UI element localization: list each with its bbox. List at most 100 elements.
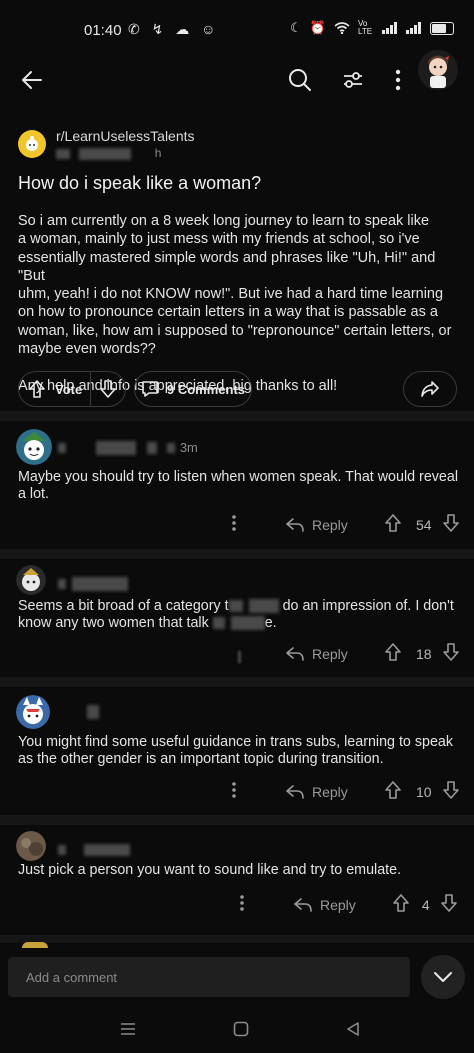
separator (0, 935, 474, 943)
redacted-username (58, 442, 66, 453)
chevron-down-icon (434, 972, 452, 982)
separator (0, 815, 474, 825)
redacted-username (58, 844, 66, 855)
separator (0, 677, 474, 687)
signal-icon-2 (406, 22, 421, 34)
reply-button[interactable]: Reply (286, 646, 348, 662)
post-meta: h (56, 146, 195, 160)
reply-button[interactable]: Reply (286, 784, 348, 800)
redacted-mark (238, 651, 241, 663)
redacted-text (248, 599, 279, 614)
separator (0, 411, 474, 421)
redacted-username (84, 843, 131, 856)
comment-meta: 3m (58, 439, 198, 457)
user-avatar[interactable] (418, 50, 458, 90)
reply-button[interactable]: Reply (286, 517, 348, 533)
status-bar: 01:40 ✆ ↯ ☁ ☺ ☾ ⏰ Vo LTE (0, 0, 474, 58)
comment-score: 4 (421, 896, 430, 913)
comment-meta (58, 841, 131, 859)
comment-text-part: do an impression of. I don't (282, 598, 454, 614)
wifi-icon (334, 22, 350, 34)
volte-label: Vo LTE (358, 19, 373, 36)
moon-icon: ☾ (290, 20, 302, 35)
status-time: 01:40 (84, 22, 122, 39)
top-nav (0, 58, 474, 106)
comment-age: 3m (179, 440, 198, 455)
subreddit-name[interactable]: r/LearnUselessTalents (56, 128, 195, 144)
subreddit-icon[interactable] (18, 130, 46, 158)
comment-text: Seems a bit broad of a category t do an i… (18, 598, 458, 632)
redacted-username (56, 148, 70, 159)
upvote-icon[interactable] (384, 780, 402, 803)
redacted-text (212, 617, 225, 630)
sort-filter-icon[interactable] (337, 64, 369, 96)
comment-text: Just pick a person you want to sound lik… (18, 862, 402, 878)
separator (0, 549, 474, 559)
redacted-text (228, 600, 243, 613)
redacted-username (79, 147, 132, 160)
downvote-icon[interactable] (442, 642, 460, 665)
comment-4: Just pick a person you want to sound lik… (0, 825, 474, 935)
search-icon[interactable] (284, 64, 316, 96)
redacted-text (230, 616, 265, 631)
upvote-icon[interactable] (384, 642, 402, 665)
recent-apps-icon[interactable] (120, 1022, 136, 1041)
back-nav-icon[interactable] (346, 1021, 360, 1042)
more-options-icon[interactable] (232, 782, 252, 801)
redacted-username (167, 442, 176, 453)
comment-meta (87, 703, 99, 721)
downvote-icon[interactable] (440, 893, 458, 916)
share-button[interactable] (403, 371, 457, 407)
comment-score: 18 (416, 645, 432, 662)
downvote-icon[interactable] (442, 780, 460, 803)
downvote-icon[interactable] (91, 379, 125, 399)
post-body: So i am currently on a 8 week long journ… (18, 213, 452, 394)
signal-icon (382, 22, 397, 34)
system-icons: ☾ ⏰ Vo LTE (290, 20, 454, 36)
upvote-icon[interactable] (19, 379, 55, 399)
comment-text-part: Seems a bit broad of a category t (18, 598, 229, 614)
upvote-icon[interactable] (392, 893, 410, 916)
comment-1: 3m Maybe you should try to listen when w… (0, 421, 474, 549)
more-options-icon[interactable] (232, 515, 252, 534)
commenter-avatar[interactable] (16, 429, 52, 465)
vote-label: Vote (55, 381, 83, 397)
comment-actions: Reply 4 (240, 893, 462, 916)
add-comment-input[interactable]: Add a comment (8, 957, 410, 997)
next-commenter-avatar (22, 942, 48, 948)
comment-actions: Reply 10 (232, 780, 462, 803)
reply-label: Reply (312, 516, 348, 533)
comment-meta (58, 575, 129, 593)
downvote-icon[interactable] (442, 513, 460, 536)
redacted-username (87, 704, 99, 719)
post-title: How do i speak like a woman? (18, 173, 262, 193)
comments-count: 9 Comments (166, 381, 246, 397)
more-options-icon[interactable] (240, 895, 260, 914)
commenter-avatar[interactable] (16, 695, 50, 729)
comment-2: Seems a bit broad of a category t do an i… (0, 559, 474, 677)
comment-actions: Reply 54 (232, 513, 462, 536)
comment-actions: Reply 18 (252, 642, 462, 665)
comment-text-part: know any two women that talk (18, 615, 209, 631)
reply-button[interactable]: Reply (294, 897, 356, 913)
comments-button[interactable]: 9 Comments (134, 371, 252, 407)
back-arrow-icon[interactable] (16, 64, 48, 96)
redacted-username (96, 440, 137, 455)
more-options-icon[interactable] (384, 64, 412, 96)
comment-text: Maybe you should try to listen when wome… (18, 469, 458, 502)
commenter-avatar[interactable] (16, 565, 46, 595)
post-header: r/LearnUselessTalents h (18, 128, 195, 160)
next-comment-button[interactable] (421, 955, 465, 999)
post-age: h (154, 146, 162, 160)
comment-text-part: e. (264, 615, 277, 631)
comment-score: 54 (416, 516, 432, 533)
home-icon[interactable] (233, 1021, 249, 1042)
comment-3: You might find some useful guidance in t… (0, 687, 474, 815)
share-icon (421, 381, 439, 397)
comment-score: 10 (416, 783, 432, 800)
upvote-icon[interactable] (384, 513, 402, 536)
reply-icon (286, 517, 304, 532)
commenter-avatar[interactable] (16, 831, 46, 861)
reply-icon (286, 784, 304, 799)
redacted-username (146, 441, 157, 454)
